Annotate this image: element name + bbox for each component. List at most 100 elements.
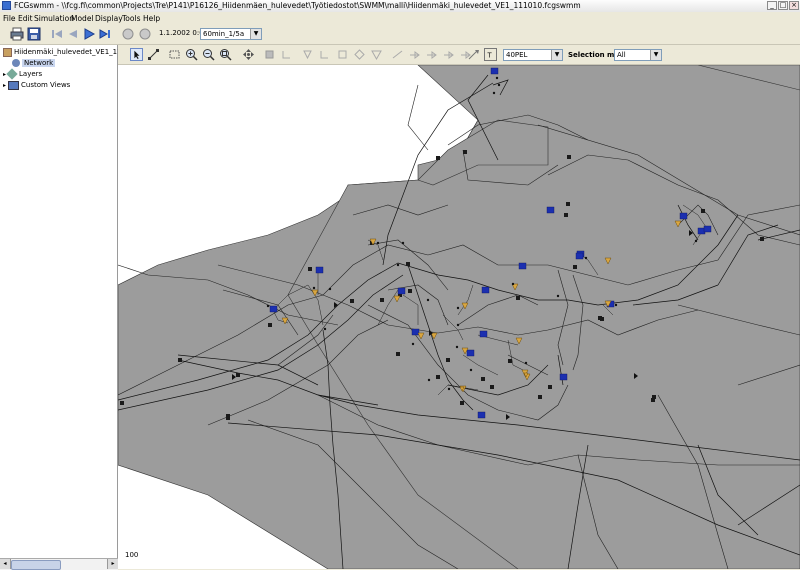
add-gage-icon[interactable] [467, 48, 480, 61]
subcatchment-node[interactable] [269, 305, 278, 313]
junction-node[interactable] [564, 213, 568, 217]
chevron-down-icon: ▼ [250, 29, 261, 39]
scroll-right-icon[interactable]: ▸ [107, 559, 118, 569]
subcatchment-node[interactable] [703, 225, 712, 233]
add-triangle-icon[interactable] [370, 48, 383, 61]
zoom-extent-icon[interactable] [219, 48, 232, 61]
subcatchment-node[interactable] [490, 67, 499, 75]
junction-node[interactable] [406, 262, 410, 266]
scroll-left-icon[interactable]: ◂ [0, 559, 11, 569]
maximize-button[interactable]: □ [778, 1, 788, 10]
zoom-out-icon[interactable] [202, 48, 215, 61]
expand-icon[interactable]: ▸ [3, 71, 6, 78]
add-node-icon[interactable] [336, 48, 349, 61]
add-diamond-icon[interactable] [353, 48, 366, 61]
selection-mode-select[interactable]: All ▼ [614, 49, 662, 61]
map-canvas[interactable] [118, 65, 800, 569]
junction-node[interactable] [446, 358, 450, 362]
junction-node[interactable] [701, 209, 705, 213]
junction-node[interactable] [408, 289, 412, 293]
add-weir-icon[interactable] [442, 48, 455, 61]
junction-node[interactable] [548, 385, 552, 389]
menu-edit[interactable]: Edit [18, 14, 33, 23]
last-icon[interactable] [98, 27, 112, 41]
subcatchment-node[interactable] [477, 411, 486, 419]
subcatchment-node[interactable] [466, 349, 475, 357]
select-arrow-icon[interactable] [130, 48, 143, 61]
add-label-icon[interactable]: T [484, 48, 497, 61]
timestep-value: 60min_1/5a [203, 30, 245, 38]
junction-node[interactable] [481, 377, 485, 381]
minimize-button[interactable]: _ [767, 1, 777, 10]
junction-node[interactable] [516, 296, 520, 300]
menu-simulation[interactable]: Simulation [34, 14, 74, 23]
junction-node[interactable] [573, 265, 577, 269]
junction-node[interactable] [760, 237, 764, 241]
junction-node[interactable] [436, 156, 440, 160]
subcatchment-node[interactable] [397, 287, 406, 295]
junction-node[interactable] [567, 155, 571, 159]
scale-label: 100 [125, 551, 139, 559]
junction-node[interactable] [538, 395, 542, 399]
junction-node[interactable] [226, 414, 230, 418]
junction-node[interactable] [508, 359, 512, 363]
menu-display[interactable]: Display [95, 14, 123, 23]
add-junction-icon[interactable] [263, 48, 276, 61]
first-icon[interactable] [50, 27, 64, 41]
junction-node[interactable] [236, 373, 240, 377]
subcatchment-node[interactable] [546, 206, 555, 214]
subcatchment-node[interactable] [559, 373, 568, 381]
subcatchment-node[interactable] [411, 328, 420, 336]
menu-tools[interactable]: Tools [122, 14, 140, 23]
junction-node[interactable] [652, 395, 656, 399]
menu-help[interactable]: Help [143, 14, 160, 23]
expand-icon[interactable]: ▸ [3, 82, 6, 89]
junction-node[interactable] [463, 150, 467, 154]
junction-node[interactable] [436, 375, 440, 379]
junction-node[interactable] [566, 202, 570, 206]
play-icon[interactable] [82, 27, 96, 41]
record-icon[interactable] [121, 27, 135, 41]
tree-item-custom-views[interactable]: ▸ Custom Views [3, 80, 70, 90]
subcatchment-node[interactable] [518, 262, 527, 270]
network-map[interactable] [118, 65, 800, 569]
previous-icon[interactable] [66, 27, 80, 41]
junction-node[interactable] [598, 316, 602, 320]
add-divider-icon[interactable] [318, 48, 331, 61]
layer-select[interactable]: 40PEL ▼ [503, 49, 563, 61]
menu-model[interactable]: Model [71, 14, 94, 23]
subcatchment-node[interactable] [315, 266, 324, 274]
subcatchment-node[interactable] [679, 212, 688, 220]
pan-icon[interactable] [242, 48, 255, 61]
save-icon[interactable] [27, 27, 41, 41]
add-pump-icon[interactable] [408, 48, 421, 61]
junction-node[interactable] [120, 401, 124, 405]
add-storage-icon[interactable] [280, 48, 293, 61]
tree-horizontal-scrollbar[interactable]: ◂ ▸ [0, 558, 118, 570]
junction-node[interactable] [396, 352, 400, 356]
subcatchment-node[interactable] [575, 252, 584, 260]
zoom-in-icon[interactable] [185, 48, 198, 61]
print-icon[interactable] [10, 27, 24, 41]
stop-icon[interactable] [138, 27, 152, 41]
junction-node[interactable] [460, 401, 464, 405]
subcatchment-node[interactable] [481, 286, 490, 294]
subcatchment-node[interactable] [479, 330, 488, 338]
tree-item-custom-views-label: Custom Views [21, 81, 71, 89]
menu-file[interactable]: File [3, 14, 16, 23]
junction-node[interactable] [178, 358, 182, 362]
add-outfall-icon[interactable] [301, 48, 314, 61]
timestep-select[interactable]: 60min_1/5a ▼ [200, 28, 262, 40]
add-orifice-icon[interactable] [425, 48, 438, 61]
junction-node[interactable] [350, 299, 354, 303]
select-region-icon[interactable] [168, 48, 181, 61]
junction-node[interactable] [490, 385, 494, 389]
tree-item-network[interactable]: Network [12, 58, 56, 68]
tree-item-layers[interactable]: ▸ Layers [3, 68, 42, 80]
junction-node[interactable] [308, 267, 312, 271]
add-conduit-icon[interactable] [391, 48, 404, 61]
vertex-edit-icon[interactable] [147, 48, 160, 61]
junction-node[interactable] [380, 298, 384, 302]
junction-node[interactable] [268, 323, 272, 327]
close-button[interactable]: × [789, 1, 799, 10]
